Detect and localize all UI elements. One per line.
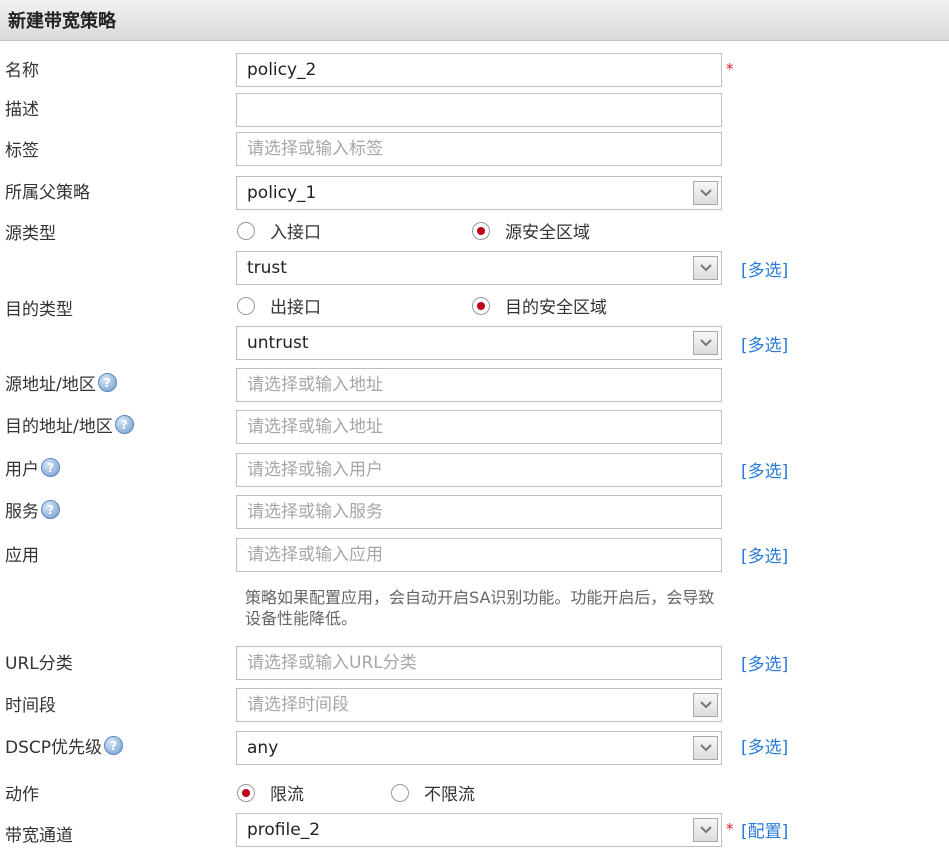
help-icon[interactable]: ? (114, 415, 134, 434)
dest-address-label: 目的地址/地区 ? (5, 412, 134, 437)
chevron-down-icon[interactable] (693, 331, 718, 355)
url-category-multi-select-link[interactable]: [多选] (741, 650, 788, 675)
dest-zone-select[interactable]: untrust (236, 326, 722, 360)
application-input[interactable]: 请选择或输入应用 (236, 538, 722, 572)
dscp-select[interactable]: any (236, 731, 722, 765)
help-icon[interactable]: ? (97, 373, 117, 392)
service-input[interactable]: 请选择或输入服务 (236, 495, 722, 529)
tag-input[interactable]: 请选择或输入标签 (236, 132, 722, 166)
dest-zone-value: untrust (247, 333, 309, 353)
name-label: 名称 (5, 61, 39, 81)
source-interface-radio[interactable]: 入接口 (237, 218, 321, 243)
parent-policy-select[interactable]: policy_1 (236, 176, 722, 210)
user-label-text: 用户 (5, 460, 39, 480)
dscp-label-text: DSCP优先级 (5, 738, 103, 758)
dialog-title: 新建带宽策略 (8, 11, 116, 32)
radio-circle-selected (237, 783, 255, 802)
dest-interface-label: 出接口 (270, 298, 321, 318)
user-multi-select-link[interactable]: [多选] (741, 457, 788, 482)
service-label: 服务 ? (5, 497, 60, 522)
help-icon[interactable]: ? (41, 500, 60, 519)
help-icon[interactable]: ? (104, 736, 124, 755)
name-input[interactable]: policy_2 (236, 53, 722, 87)
dest-zone-radio[interactable]: 目的安全区域 (472, 293, 607, 318)
source-zone-select[interactable]: trust (236, 251, 722, 285)
chevron-down-icon[interactable] (693, 181, 718, 205)
time-range-select[interactable]: 请选择时间段 (236, 688, 722, 722)
application-note: 策略如果配置应用，会自动开启SA识别功能。功能开启后，会导致设备性能降低。 (245, 588, 715, 628)
action-label: 动作 (5, 785, 39, 805)
dest-interface-radio[interactable]: 出接口 (237, 293, 321, 318)
url-category-input[interactable]: 请选择或输入URL分类 (236, 646, 722, 680)
parent-policy-value: policy_1 (247, 183, 317, 203)
bandwidth-channel-required-mark: * (726, 820, 734, 838)
dest-zone-label: 目的安全区域 (505, 298, 607, 318)
bandwidth-channel-label: 带宽通道 (5, 826, 73, 846)
source-zone-value: trust (247, 258, 287, 278)
tag-label: 标签 (5, 141, 39, 161)
service-label-text: 服务 (5, 502, 39, 522)
source-interface-label: 入接口 (270, 223, 321, 243)
description-label: 描述 (5, 100, 39, 120)
user-input[interactable]: 请选择或输入用户 (236, 453, 722, 487)
action-limit-label: 限流 (270, 785, 304, 805)
chevron-down-icon[interactable] (693, 818, 718, 842)
dest-address-label-text: 目的地址/地区 (5, 417, 113, 437)
name-required-mark: * (726, 60, 734, 78)
radio-circle (391, 783, 409, 802)
source-zone-radio[interactable]: 源安全区域 (472, 218, 590, 243)
radio-circle-selected (472, 296, 490, 315)
source-address-label-text: 源地址/地区 (5, 375, 96, 395)
bandwidth-channel-configure-link[interactable]: [配置] (741, 817, 788, 842)
chevron-down-icon[interactable] (693, 693, 718, 717)
source-address-input[interactable]: 请选择或输入地址 (236, 368, 722, 402)
source-zone-label: 源安全区域 (505, 223, 590, 243)
dest-address-input[interactable]: 请选择或输入地址 (236, 410, 722, 444)
radio-circle (237, 221, 255, 240)
source-type-label: 源类型 (5, 224, 56, 244)
chevron-down-icon[interactable] (693, 736, 718, 760)
bandwidth-channel-value: profile_2 (247, 820, 321, 840)
chevron-down-icon[interactable] (693, 256, 718, 280)
dscp-value: any (247, 738, 279, 758)
application-label: 应用 (5, 546, 39, 566)
bandwidth-channel-select[interactable]: profile_2 (236, 813, 722, 847)
parent-policy-label: 所属父策略 (5, 183, 90, 203)
source-address-label: 源地址/地区 ? (5, 370, 117, 395)
user-label: 用户 ? (5, 455, 60, 480)
dest-type-label: 目的类型 (5, 300, 73, 320)
help-icon[interactable]: ? (41, 458, 60, 477)
time-range-label: 时间段 (5, 696, 56, 716)
action-no-limit-radio[interactable]: 不限流 (391, 780, 475, 805)
url-category-label: URL分类 (5, 654, 73, 674)
action-limit-radio[interactable]: 限流 (237, 780, 304, 805)
dest-zone-multi-select-link[interactable]: [多选] (741, 331, 788, 356)
dscp-multi-select-link[interactable]: [多选] (741, 733, 788, 758)
application-multi-select-link[interactable]: [多选] (741, 542, 788, 567)
radio-circle-selected (472, 221, 490, 240)
dialog-header: 新建带宽策略 (0, 0, 949, 41)
radio-circle (237, 296, 255, 315)
dscp-label: DSCP优先级 ? (5, 733, 124, 758)
description-input[interactable] (236, 93, 722, 127)
source-zone-multi-select-link[interactable]: [多选] (741, 256, 788, 281)
time-range-placeholder: 请选择时间段 (247, 695, 349, 715)
action-no-limit-label: 不限流 (424, 785, 475, 805)
